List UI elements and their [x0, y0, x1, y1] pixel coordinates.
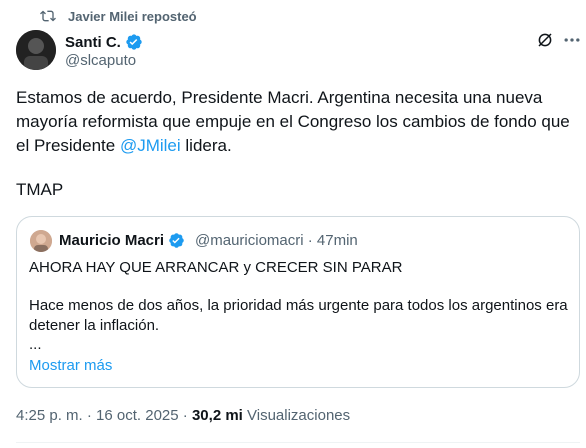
quoted-tweet-card[interactable]: Mauricio Macri @mauriciomacri · 47min AH… — [16, 216, 580, 388]
more-options-icon[interactable] — [562, 30, 582, 55]
tweet-date[interactable]: 16 oct. 2025 — [96, 407, 179, 424]
views-count: 30,2 mi — [191, 407, 243, 424]
grok-icon[interactable] — [536, 31, 554, 54]
divider — [16, 442, 580, 443]
quote-paragraph: Hace menos de dos años, la prioridad más… — [29, 297, 568, 334]
author-avatar[interactable] — [16, 30, 56, 70]
show-more-link[interactable]: Mostrar más — [29, 357, 112, 374]
mention-link[interactable]: @JMilei — [120, 136, 181, 155]
quote-time: 47min — [316, 232, 358, 249]
verified-badge-icon — [126, 34, 142, 50]
quote-author-avatar[interactable] — [30, 230, 52, 252]
views-label: Visualizaciones — [247, 407, 351, 424]
quote-handle: @mauriciomacri — [195, 232, 304, 249]
author-name-row[interactable]: Santi C. — [65, 33, 143, 51]
quote-headline: AHORA HAY QUE ARRANCAR y CRECER SIN PARA… — [29, 259, 403, 276]
quote-author-name: Mauricio Macri — [59, 232, 165, 249]
author-handle[interactable]: @slcaputo — [65, 52, 136, 69]
repost-header[interactable]: Javier Milei reposteó — [40, 8, 197, 24]
quote-handle-row: @mauriciomacri · 47min — [195, 232, 358, 249]
meta-separator-2: · — [182, 407, 188, 424]
quote-author-name-row: Mauricio Macri — [59, 232, 185, 249]
repost-icon — [40, 10, 56, 22]
meta-separator: · — [86, 407, 92, 424]
tweet-sign: TMAP — [16, 180, 64, 199]
quote-ellipsis: ... — [29, 336, 42, 353]
tweet-text-after: lidera. — [180, 136, 232, 155]
repost-label: Javier Milei reposteó — [68, 8, 197, 24]
quote-separator: · — [307, 232, 313, 249]
author-name[interactable]: Santi C. — [65, 34, 121, 51]
verified-badge-icon — [169, 233, 184, 248]
tweet-text: Estamos de acuerdo, Presidente Macri. Ar… — [16, 86, 576, 158]
tweet-meta: 4:25 p. m. · 16 oct. 2025 · 30,2 mi Visu… — [16, 407, 350, 424]
tweet-time[interactable]: 4:25 p. m. — [16, 407, 83, 424]
tweet-text-before: Estamos de acuerdo, Presidente Macri. Ar… — [16, 88, 570, 155]
